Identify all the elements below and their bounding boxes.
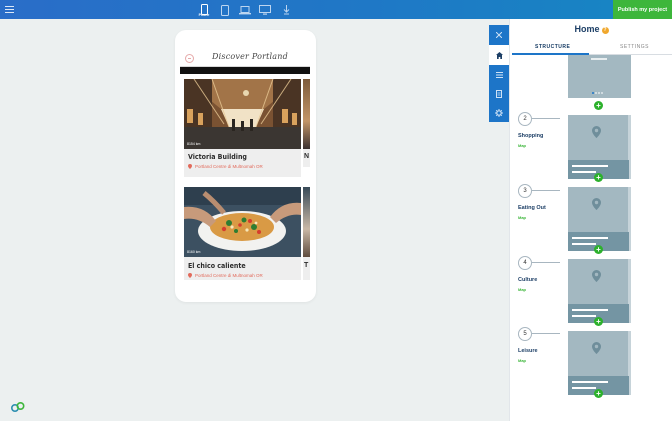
section-name[interactable]: Leisure — [518, 348, 538, 354]
section-type: Map — [518, 215, 526, 220]
list-icon — [495, 72, 503, 78]
back-icon[interactable] — [185, 54, 194, 63]
add-section-button[interactable]: + — [594, 245, 603, 254]
connector-line — [532, 118, 560, 119]
map-pin-icon — [592, 342, 601, 354]
section-name[interactable]: Shopping — [518, 133, 543, 139]
section-number: 5 — [518, 327, 532, 341]
section-thumbnail[interactable] — [568, 331, 631, 395]
connector-line — [532, 262, 560, 263]
hamburger-menu-icon[interactable] — [5, 6, 14, 13]
tab-settings[interactable]: SETTINGS — [620, 44, 649, 50]
section-thumbnail[interactable] — [568, 115, 631, 179]
header-band — [180, 67, 310, 74]
section-type: Map — [518, 143, 526, 148]
section-thumbnail[interactable] — [568, 259, 631, 323]
place-card[interactable]: 8160 km El chico caliente Portland Centr… — [184, 187, 301, 280]
laptop-icon[interactable] — [238, 3, 252, 17]
add-section-button[interactable]: + — [594, 173, 603, 182]
connector-line — [532, 333, 560, 334]
place-location-text: Portland Centre di Multnomah OR — [195, 273, 263, 278]
place-photo-arcade: 8154 km — [184, 79, 301, 149]
panel-title-text: Home — [574, 24, 600, 34]
place-location: Portland Centre di Multnomah OR — [188, 164, 263, 169]
section-number: 2 — [518, 112, 532, 126]
section-number: 3 — [518, 184, 532, 198]
close-panel-button[interactable] — [489, 25, 509, 45]
phone-device-label: Phone — [198, 13, 210, 17]
next-card-peek: N — [303, 79, 310, 167]
tablet-icon[interactable] — [218, 3, 232, 17]
section-thumbnail[interactable] — [568, 187, 631, 251]
top-bar: Phone Publish my project — [0, 0, 672, 19]
map-pin-icon — [592, 126, 601, 138]
home-tab[interactable] — [489, 45, 509, 65]
pages-tab[interactable] — [489, 84, 509, 104]
download-icon[interactable] — [279, 3, 293, 17]
place-title: El chico caliente — [188, 262, 246, 270]
location-pin-icon — [188, 164, 192, 169]
peek-title: N — [304, 153, 310, 160]
add-section-button[interactable]: + — [594, 389, 603, 398]
distance-label: 8154 km — [187, 142, 201, 146]
add-section-button[interactable]: + — [594, 317, 603, 326]
section-name[interactable]: Culture — [518, 277, 537, 283]
panel-side-tabs — [489, 25, 509, 122]
section-name[interactable]: Eating Out — [518, 205, 546, 211]
connector-line — [532, 190, 560, 191]
next-card-peek: T — [303, 187, 310, 280]
location-pin-icon — [188, 273, 192, 278]
section-number: 4 — [518, 256, 532, 270]
peek-title: T — [304, 262, 309, 269]
add-section-button[interactable]: + — [594, 101, 603, 110]
map-pin-icon — [592, 270, 601, 282]
home-icon — [495, 51, 503, 59]
place-card[interactable]: 8154 km Victoria Building Portland Centr… — [184, 79, 301, 177]
section-type: Map — [518, 287, 526, 292]
app-title: Discover Portland — [212, 52, 288, 61]
close-icon — [496, 32, 502, 38]
list-tab[interactable] — [489, 65, 509, 85]
pages-icon — [496, 90, 502, 98]
place-location: Portland Centre di Multnomah OR — [188, 273, 263, 278]
publish-project-button[interactable]: Publish my project — [613, 0, 672, 19]
place-location-text: Portland Centre di Multnomah OR — [195, 164, 263, 169]
tab-structure[interactable]: STRUCTURE — [535, 44, 570, 50]
section-type: Map — [518, 358, 526, 363]
panel-title: Home? — [510, 24, 672, 34]
settings-tab[interactable] — [489, 103, 509, 123]
map-pin-icon — [592, 198, 601, 210]
desktop-icon[interactable] — [258, 3, 272, 17]
section-thumbnail[interactable] — [568, 55, 631, 98]
place-photo-nachos: 8160 km — [184, 187, 301, 257]
structure-panel: Home? STRUCTURE SETTINGS + 2 Shopping Ma… — [509, 19, 672, 421]
place-title: Victoria Building — [188, 153, 247, 161]
distance-label: 8160 km — [187, 250, 201, 254]
gear-icon — [495, 109, 503, 117]
help-icon[interactable]: ? — [601, 27, 609, 34]
app-logo-icon — [10, 400, 25, 418]
